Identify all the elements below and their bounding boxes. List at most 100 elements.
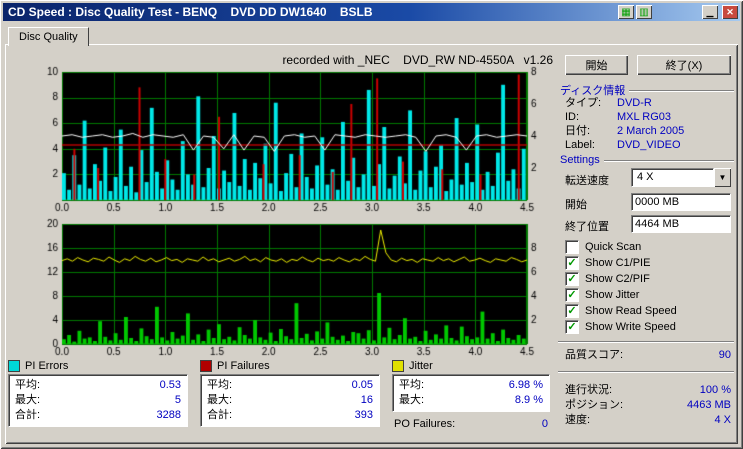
graph-icon: ▦ [621, 6, 631, 18]
status-row-: 進行状況: 100 % [565, 383, 731, 398]
stat-label: 平均: [15, 379, 41, 391]
end-position-input[interactable] [631, 215, 731, 233]
checkbox-label: Quick Scan [585, 241, 642, 253]
titlebar-buttons: ▦ ▥ ▁ ✕ [618, 5, 740, 19]
tab-label: Disc Quality [19, 31, 78, 43]
pi-errors-legend-swatch [8, 360, 20, 372]
disc-info-label: タイプ: [565, 97, 602, 109]
titlebar[interactable]: CD Speed : Disc Quality Test - BENQ DVD … [3, 3, 740, 21]
disc-info-label: Label: [565, 139, 595, 151]
separator-line [558, 371, 734, 373]
status-rows: 進行状況: 100 % ポジション: 4463 MB 速度: 4 X [565, 383, 731, 428]
graph-icon-button[interactable]: ▦ [618, 5, 634, 19]
disc-info-value: 2 March 2005 [617, 125, 685, 137]
speed-label: 転送速度 [565, 175, 609, 187]
pi-failures-stat-row: 平均: 0.05 [207, 378, 373, 393]
close-button[interactable]: ✕ [722, 5, 738, 19]
status-label: 速度: [565, 414, 591, 426]
stat-label: 平均: [207, 379, 233, 391]
stat-value: 5 [174, 394, 181, 406]
checkbox-box[interactable] [565, 240, 579, 254]
stat-value: 393 [354, 409, 373, 421]
close-icon: ✕ [726, 6, 734, 17]
stat-label: 平均: [399, 379, 425, 391]
minimize-icon: ▁ [706, 6, 714, 17]
checkbox-box[interactable]: ✓ [565, 304, 579, 318]
chart-header: recorded with _NEC DVD_RW ND-4550A v1.26 [282, 53, 553, 67]
checkbox-show-write-speed[interactable]: ✓ Show Write Speed [565, 319, 731, 335]
speed-select-value: 4 X [631, 168, 714, 187]
checkbox-list: Quick Scan ✓ Show C1/PIE ✓ Show C2/PIF ✓ Show … [565, 239, 731, 335]
disc-info-label: ID: [565, 111, 580, 123]
disc-info-row: ID: MXL RG03 [565, 110, 731, 124]
speed-select[interactable]: 4 X ▼ [631, 168, 731, 187]
pi-failures-legend: PI Failures [200, 360, 380, 372]
disc-info-rows: タイプ: DVD-R ID: MXL RG03 日付: 2 March 2005 Label… [565, 96, 731, 152]
pi-failures-legend-swatch [200, 360, 212, 372]
checkbox-box[interactable]: ✓ [565, 320, 579, 334]
tab-disc-quality[interactable]: Disc Quality [8, 27, 89, 46]
minimize-button[interactable]: ▁ [702, 5, 718, 19]
stat-label: 最大: [15, 394, 41, 406]
status-value: 4463 MB [686, 399, 731, 411]
exit-button[interactable]: 終了(X) [637, 55, 731, 75]
pi-errors-legend: PI Errors [8, 360, 188, 372]
separator-line [629, 89, 734, 92]
status-label: ポジション: [565, 399, 624, 411]
stat-value: 0.53 [159, 379, 181, 391]
stat-label: 最大: [399, 394, 425, 406]
checkbox-show-jitter[interactable]: ✓ Show Jitter [565, 287, 731, 303]
jitter-stat-row: 最大: 8.9 % [399, 393, 543, 408]
start-position-input[interactable] [631, 193, 731, 211]
chevron-down-icon[interactable]: ▼ [714, 168, 731, 187]
stat-label: 合計: [207, 409, 233, 421]
checkbox-box[interactable]: ✓ [565, 256, 579, 270]
stat-label: 合計: [15, 409, 41, 421]
disc-info-value: MXL RG03 [617, 111, 672, 123]
checkbox-box[interactable]: ✓ [565, 272, 579, 286]
checkbox-show-c2-pif[interactable]: ✓ Show C2/PIF [565, 271, 731, 287]
window-title: CD Speed : Disc Quality Test - BENQ DVD … [8, 5, 373, 19]
jitter-legend-swatch [392, 360, 404, 372]
start-position-label: 開始 [565, 199, 587, 211]
end-position-label: 終了位置 [565, 221, 609, 233]
checkbox-box[interactable]: ✓ [565, 288, 579, 302]
status-row-: ポジション: 4463 MB [565, 398, 731, 413]
checkbox-label: Show Write Speed [585, 321, 676, 333]
save-icon-button[interactable]: ▥ [636, 5, 652, 19]
po-failures-row: PO Failures: 0 [392, 417, 550, 431]
checkbox-label: Show C2/PIF [585, 273, 650, 285]
status-value: 4 X [714, 414, 731, 426]
disc-info-row: Label: DVD_VIDEO [565, 138, 731, 152]
checkbox-label: Show Read Speed [585, 305, 677, 317]
pi-errors-stat-row: 平均: 0.53 [15, 378, 181, 393]
po-failures-value: 0 [541, 418, 548, 430]
checkbox-show-read-speed[interactable]: ✓ Show Read Speed [565, 303, 731, 319]
pi-failures-stat-box: 平均: 0.05 最大: 16 合計: 393 [200, 374, 380, 427]
pi-errors-stat-box: 平均: 0.53 最大: 5 合計: 3288 [8, 374, 188, 427]
disc-info-row: タイプ: DVD-R [565, 96, 731, 110]
save-icon: ▥ [639, 6, 649, 18]
settings-title: Settings [560, 154, 600, 166]
pi-failures-jitter-chart [8, 218, 553, 360]
separator-line [603, 159, 734, 162]
checkbox-show-c1-pie[interactable]: ✓ Show C1/PIE [565, 255, 731, 271]
exit-button-label: 終了(X) [665, 60, 703, 72]
jitter-legend: Jitter [392, 360, 550, 372]
checkbox-quick-scan[interactable]: Quick Scan [565, 239, 731, 255]
stat-value: 0.05 [351, 379, 373, 391]
stat-value: 8.9 % [514, 394, 543, 406]
pi-failures-stat-row: 最大: 16 [207, 393, 373, 408]
start-button-label: 開始 [585, 60, 608, 72]
settings-header: Settings [560, 154, 734, 166]
checkbox-label: Show C1/PIE [585, 257, 651, 269]
pi-errors-stat-row: 最大: 5 [15, 393, 181, 408]
stat-value: 3288 [156, 409, 181, 421]
pi-failures-legend-label: PI Failures [217, 360, 270, 372]
jitter-legend-label: Jitter [409, 360, 433, 372]
pi-errors-chart [8, 66, 553, 216]
start-button[interactable]: 開始 [565, 55, 628, 75]
po-failures-label: PO Failures: [394, 418, 456, 430]
stat-label: 最大: [207, 394, 233, 406]
quality-score-row: 品質スコア: 90 [565, 348, 731, 362]
